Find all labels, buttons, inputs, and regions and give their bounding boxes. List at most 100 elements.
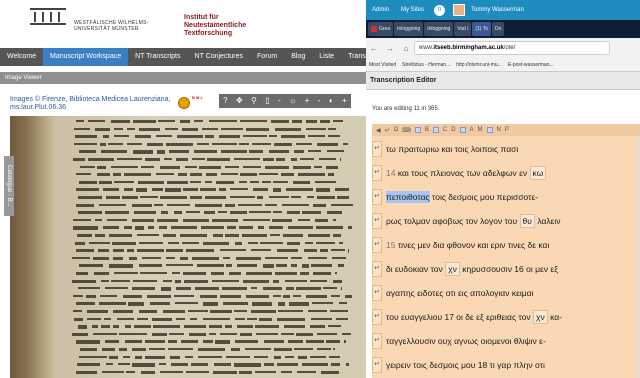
selected-word[interactable]: πεποιθοτας xyxy=(386,191,430,203)
home-icon[interactable]: ⌂ xyxy=(398,44,414,53)
move-icon[interactable]: ✥ xyxy=(236,94,243,108)
brightness-down-button[interactable]: - xyxy=(278,94,281,108)
contrast-down-button[interactable]: - xyxy=(318,94,321,108)
nav-liste[interactable]: Liste xyxy=(312,48,341,66)
my-sites-menu[interactable]: My Sites xyxy=(395,7,430,13)
transcription-editor: You are editing 11 in 365. ◀ ↵ Ω ⌨ B C D… xyxy=(366,90,640,378)
notification-count[interactable]: 0 xyxy=(434,4,446,16)
button-d[interactable]: D xyxy=(449,127,457,133)
manuscript-script-stroke xyxy=(211,279,240,282)
line-break-icon[interactable]: ↵ xyxy=(372,165,382,181)
line-text[interactable]: γειρειν τοις δεσμοις μου 18 τι γαρ πλην … xyxy=(386,360,545,370)
manuscript-image[interactable] xyxy=(10,116,366,378)
transcription-line[interactable]: ↵ πεποιθοτας τοις δεσμοις μου περισσοτε- xyxy=(372,186,640,208)
transcription-line[interactable]: ↵ δι ευδοκιαν τον χν κηρυσσουσιν 16 οι με… xyxy=(372,258,640,280)
line-text[interactable]: ταγγελλουσιν ουχ αγνως οιομενοι θλιψιν ε… xyxy=(386,336,546,346)
back-icon[interactable]: ← xyxy=(366,44,382,53)
button-m[interactable]: M xyxy=(476,127,485,133)
address-bar-row: ← → ⌂ www.itseeb.birmingham.ac.uk/ote/ xyxy=(366,38,640,58)
url-field[interactable]: www.itseeb.birmingham.ac.uk/ote/ xyxy=(414,41,610,55)
forward-icon[interactable]: → xyxy=(382,44,398,53)
line-break-icon[interactable]: ↵ xyxy=(372,261,382,277)
box-icon[interactable] xyxy=(459,127,466,133)
manuscript-script-stroke xyxy=(118,363,130,366)
line-break-icon[interactable]: ↵ xyxy=(372,285,382,301)
manuscript-script-stroke xyxy=(189,317,198,320)
line-break-icon[interactable]: ↵ xyxy=(372,237,382,253)
brightness-icon: ☼ xyxy=(289,96,297,105)
line-text[interactable]: τοις δεσμοις μου περισσοτε- xyxy=(432,192,538,202)
nav-manuscript-workspace[interactable]: Manuscript Workspace xyxy=(43,48,129,66)
button-c[interactable]: C xyxy=(441,127,449,133)
line-text[interactable]: του ευαγγελιου 17 οι δε εξ εριθειας τον xyxy=(386,312,531,322)
line-text[interactable]: αγαπης ειδοτες οτι εις απολογιαν κειμαι xyxy=(386,288,533,298)
bookmark-item[interactable]: http://ntvmr.uni-mu... xyxy=(453,62,505,68)
line-break-icon[interactable]: ↵ xyxy=(372,213,382,229)
nomen-sacrum[interactable]: κω xyxy=(529,166,547,180)
transcription-line[interactable]: ↵ γειρειν τοις δεσμοις μου 18 τι γαρ πλην… xyxy=(372,354,640,376)
browser-tab[interactable]: Grea xyxy=(368,22,394,36)
line-text-after[interactable]: λαλειν xyxy=(537,216,560,226)
browser-tab[interactable]: Do xyxy=(492,22,505,36)
transcription-line[interactable]: ↵ αγαπης ειδοτες οτι εις απολογιαν κειμαι xyxy=(372,282,640,304)
collapse-icon[interactable]: ◀ xyxy=(374,127,383,134)
button-a[interactable]: A xyxy=(468,127,476,133)
transcription-line[interactable]: ↵ ρως τολμαν αφοβως τον λογον του θυ λαλε… xyxy=(372,210,640,232)
button-b[interactable]: B xyxy=(423,127,431,133)
transcription-line[interactable]: ↵ τω πραιτωριω και τοις λοιποις πασι xyxy=(372,138,640,160)
line-break-icon[interactable]: ↵ xyxy=(372,309,382,325)
line-text[interactable]: και τους πλειονας των αδελφων εν xyxy=(398,168,527,178)
box-icon[interactable] xyxy=(414,127,421,133)
line-break-icon[interactable]: ↵ xyxy=(372,141,382,157)
box-icon[interactable] xyxy=(486,127,493,133)
avatar[interactable] xyxy=(453,4,466,16)
line-break-icon[interactable]: ↵ xyxy=(383,127,392,134)
catalogue-tab[interactable]: Catalogue - B... xyxy=(4,156,14,216)
manuscript-script-stroke xyxy=(117,158,142,161)
fit-icon[interactable]: ▯ xyxy=(265,94,269,108)
transcription-text-area[interactable]: ↵ τω πραιτωριω και τοις λοιποις πασι ↵ 14 κ… xyxy=(372,136,640,378)
browser-tab[interactable]: (1) To xyxy=(472,22,492,36)
browser-tab[interactable]: Inloggning xyxy=(424,22,454,36)
nav-blog[interactable]: Blog xyxy=(284,48,312,66)
special-char-icon[interactable]: Ω xyxy=(392,127,401,133)
line-text[interactable]: ρως τολμαν αφοβως τον λογον του xyxy=(386,216,517,226)
nav-nt-transcripts[interactable]: NT Transcripts xyxy=(128,48,187,66)
transcription-line[interactable]: ↵ του ευαγγελιου 17 οι δε εξ εριθειας τον… xyxy=(372,306,640,328)
nomen-sacrum[interactable]: χν xyxy=(445,262,460,276)
line-text-after[interactable]: κηρυσσουσιν 16 οι μεν εξ xyxy=(462,264,558,274)
help-icon[interactable]: ? xyxy=(223,94,227,108)
line-break-icon[interactable]: ↵ xyxy=(372,333,382,349)
bookmark-item[interactable]: Strelitzius - Herman... xyxy=(399,62,453,68)
image-credits[interactable]: Images © Firenze, Biblioteca Medicea Lau… xyxy=(10,96,180,112)
browser-tab[interactable]: Vad i xyxy=(454,22,472,36)
manuscript-script-stroke xyxy=(209,120,237,123)
bookmark-item[interactable]: Most Visited xyxy=(366,62,399,68)
keyboard-icon[interactable]: ⌨ xyxy=(400,127,413,134)
zoom-icon[interactable]: ⚲ xyxy=(251,94,257,108)
transcription-line[interactable]: ↵ 14 και τους πλειονας των αδελφων εν κω xyxy=(372,162,640,184)
browser-tab[interactable]: Inloggning xyxy=(394,22,424,36)
transcription-line[interactable]: ↵ ταγγελλουσιν ουχ αγνως οιομενοι θλιψιν … xyxy=(372,330,640,352)
nav-forum[interactable]: Forum xyxy=(250,48,284,66)
bookmark-item[interactable]: E-post-wasserman... xyxy=(505,62,557,68)
nav-welcome[interactable]: Welcome xyxy=(0,48,43,66)
nomen-sacrum[interactable]: θυ xyxy=(519,214,535,228)
transcription-line[interactable]: ↵ 15 τινες μεν δια φθονον και εριν τινες … xyxy=(372,234,640,256)
brightness-up-button[interactable]: + xyxy=(305,94,310,108)
line-text[interactable]: δι ευδοκιαν τον xyxy=(386,264,443,274)
button-n[interactable]: N xyxy=(495,127,503,133)
user-name[interactable]: Tommy Wasserman xyxy=(465,7,530,13)
nomen-sacrum[interactable]: χν xyxy=(533,310,548,324)
line-break-icon[interactable]: ↵ xyxy=(372,189,382,205)
line-text[interactable]: τινες μεν δια φθονον και εριν τινες δε κ… xyxy=(398,240,550,250)
admin-menu[interactable]: Admin xyxy=(366,7,395,13)
line-text[interactable]: τω πραιτωριω και τοις λοιποις πασι xyxy=(386,144,518,154)
nav-nt-conjectures[interactable]: NT Conjectures xyxy=(188,48,251,66)
box-icon[interactable] xyxy=(432,127,439,133)
line-text-after[interactable]: κα- xyxy=(550,312,562,322)
line-break-icon[interactable]: ↵ xyxy=(372,357,382,373)
contrast-up-button[interactable]: + xyxy=(342,94,347,108)
button-p[interactable]: P xyxy=(503,127,511,133)
manuscript-script-stroke xyxy=(138,127,160,131)
